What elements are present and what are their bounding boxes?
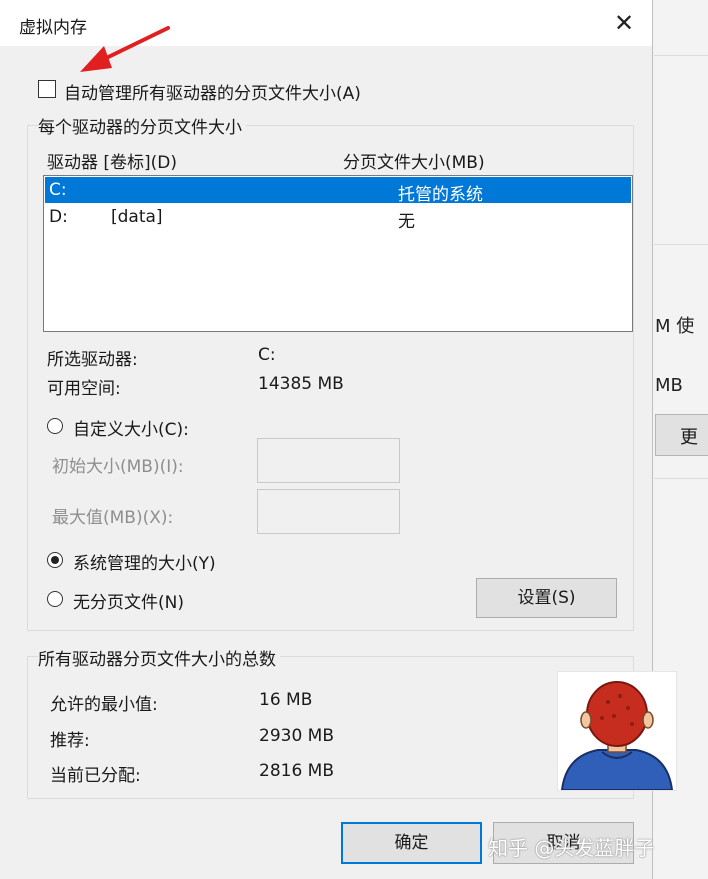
avatar <box>557 671 677 791</box>
currently-allocated-label: 当前已分配: <box>50 766 141 786</box>
initial-size-field[interactable] <box>257 438 400 483</box>
set-button[interactable]: 设置(S) <box>476 578 617 618</box>
system-managed-label[interactable]: 系统管理的大小(Y) <box>73 549 216 574</box>
selected-drive-label: 所选驱动器: <box>47 350 138 370</box>
avatar-illustration-icon <box>560 681 674 791</box>
custom-size-radio[interactable] <box>47 418 63 434</box>
auto-manage-checkbox[interactable] <box>38 80 56 98</box>
virtual-memory-dialog: 虚拟内存 ✕ 自动管理所有驱动器的分页文件大小(A) 每个驱动器的分页文件大小 … <box>0 0 653 879</box>
background-text: MB <box>655 375 683 396</box>
drive-paging-size: 托管的系统 <box>398 185 483 205</box>
divider <box>654 244 708 245</box>
drive-paging-size: 无 <box>398 212 415 232</box>
min-allowed-label: 允许的最小值: <box>50 695 158 715</box>
column-header-size: 分页文件大小(MB) <box>343 153 485 173</box>
max-size-field[interactable] <box>257 489 400 534</box>
recommended-label: 推荐: <box>50 731 90 751</box>
drive-letter: D: <box>49 207 68 227</box>
free-space-label: 可用空间: <box>47 379 121 399</box>
drive-row-c[interactable]: C: 托管的系统 <box>45 177 631 205</box>
no-paging-file-label[interactable]: 无分页文件(N) <box>73 588 184 613</box>
divider <box>654 55 708 56</box>
totals-group-title: 所有驱动器分页文件大小的总数 <box>38 645 280 670</box>
divider <box>654 478 708 479</box>
free-space-value: 14385 MB <box>258 374 344 394</box>
column-header-drive: 驱动器 [卷标](D) <box>47 153 178 173</box>
min-allowed-value: 16 MB <box>259 690 313 710</box>
currently-allocated-value: 2816 MB <box>259 761 334 781</box>
background-button[interactable]: 更 <box>655 414 708 456</box>
max-size-label: 最大值(MB)(X): <box>52 508 174 528</box>
drive-row-d[interactable]: D: [data] 无 <box>45 204 631 232</box>
drive-volume-label: [data] <box>111 207 163 227</box>
auto-manage-label[interactable]: 自动管理所有驱动器的分页文件大小(A) <box>64 79 361 104</box>
background-button-label: 更 <box>680 427 698 448</box>
close-icon[interactable]: ✕ <box>606 6 642 40</box>
background-text: M 使 <box>655 316 695 337</box>
watermark: 知乎 @头发蓝胖子 <box>488 836 655 860</box>
selected-drive-value: C: <box>258 345 276 365</box>
initial-size-label: 初始大小(MB)(I): <box>52 457 184 477</box>
custom-size-label[interactable]: 自定义大小(C): <box>73 415 189 440</box>
per-drive-group-title: 每个驱动器的分页文件大小 <box>38 113 246 138</box>
drive-letter: C: <box>49 180 67 200</box>
system-managed-radio[interactable] <box>47 552 63 568</box>
no-paging-file-radio[interactable] <box>47 591 63 607</box>
ok-button[interactable]: 确定 <box>341 822 482 864</box>
recommended-value: 2930 MB <box>259 726 334 746</box>
drive-listbox[interactable]: C: 托管的系统 D: [data] 无 <box>43 175 633 332</box>
annotation-arrow-icon <box>80 26 170 72</box>
